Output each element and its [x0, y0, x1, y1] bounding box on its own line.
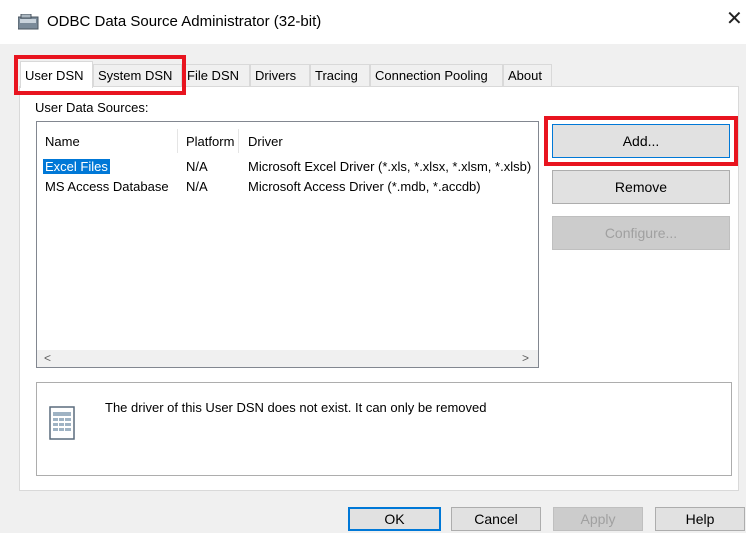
- column-header-name[interactable]: Name: [45, 134, 80, 149]
- scroll-right-icon[interactable]: >: [517, 350, 534, 367]
- cancel-button[interactable]: Cancel: [451, 507, 541, 531]
- column-divider[interactable]: [238, 129, 239, 153]
- user-data-sources-label: User Data Sources:: [35, 100, 149, 115]
- ok-button[interactable]: OK: [348, 507, 441, 531]
- row-driver-cell: Microsoft Access Driver (*.mdb, *.accdb): [248, 179, 481, 194]
- tab-system-dsn[interactable]: System DSN: [93, 64, 182, 87]
- title-bar: ODBC Data Source Administrator (32-bit) …: [0, 0, 746, 44]
- remove-button[interactable]: Remove: [552, 170, 730, 204]
- column-header-driver[interactable]: Driver: [248, 134, 283, 149]
- column-header-platform[interactable]: Platform: [186, 134, 234, 149]
- window-title: ODBC Data Source Administrator (32-bit): [47, 13, 322, 30]
- info-message-box: The driver of this User DSN does not exi…: [36, 382, 732, 476]
- column-divider[interactable]: [177, 129, 178, 153]
- tab-tracing[interactable]: Tracing: [310, 64, 370, 87]
- configure-button[interactable]: Configure...: [552, 216, 730, 250]
- horizontal-scrollbar[interactable]: < >: [37, 350, 538, 367]
- odbc-admin-icon: [18, 14, 39, 30]
- row-platform-cell: N/A: [186, 179, 208, 194]
- tab-drivers[interactable]: Drivers: [250, 64, 310, 87]
- row-name-cell[interactable]: Excel Files: [43, 159, 110, 174]
- tab-user-dsn[interactable]: User DSN: [20, 61, 93, 88]
- row-name-cell[interactable]: MS Access Database: [45, 179, 169, 194]
- scroll-left-icon[interactable]: <: [39, 350, 56, 367]
- datasource-document-icon: [49, 406, 75, 440]
- tab-file-dsn[interactable]: File DSN: [182, 64, 250, 87]
- close-icon[interactable]: ✕: [726, 9, 743, 29]
- tab-about[interactable]: About: [503, 64, 552, 87]
- tab-connection-pooling[interactable]: Connection Pooling: [370, 64, 503, 87]
- row-platform-cell: N/A: [186, 159, 208, 174]
- data-sources-list[interactable]: Name Platform Driver Excel Files N/A Mic…: [36, 121, 539, 368]
- add-button[interactable]: Add...: [552, 124, 730, 158]
- apply-button[interactable]: Apply: [553, 507, 643, 531]
- row-driver-cell: Microsoft Excel Driver (*.xls, *.xlsx, *…: [248, 159, 532, 174]
- help-button[interactable]: Help: [655, 507, 745, 531]
- info-message-text: The driver of this User DSN does not exi…: [105, 400, 487, 415]
